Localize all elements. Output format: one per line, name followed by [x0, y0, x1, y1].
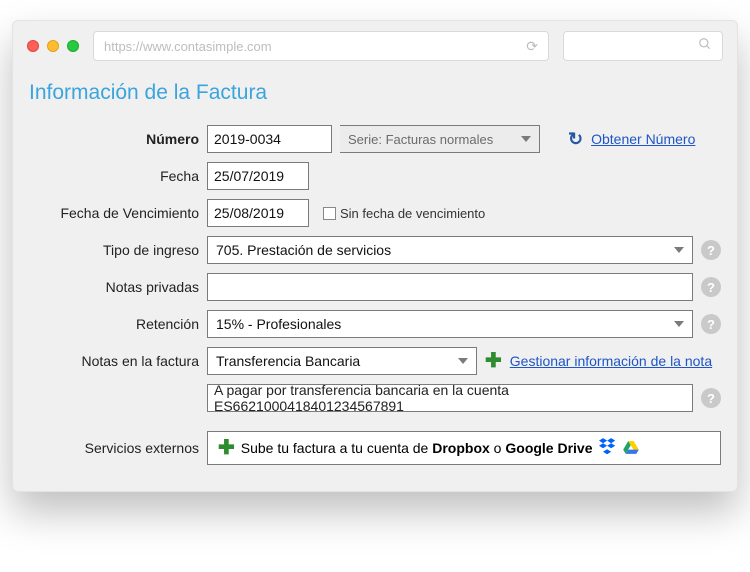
nota-texto-box[interactable]: A pagar por transferencia bancaria en la…: [207, 384, 693, 412]
vencimiento-input[interactable]: [207, 199, 309, 227]
row-fecha: Fecha: [29, 162, 721, 190]
retencion-select[interactable]: 15% - Profesionales: [207, 310, 693, 338]
label-notas-privadas: Notas privadas: [29, 279, 199, 295]
reload-icon[interactable]: ⟳: [526, 38, 538, 55]
address-bar[interactable]: https://www.contasimple.com ⟳: [93, 31, 549, 61]
plus-icon[interactable]: ✚: [485, 351, 502, 371]
sin-fecha-label: Sin fecha de vencimiento: [340, 206, 485, 221]
serie-value: Serie: Facturas normales: [348, 132, 493, 147]
app-window: https://www.contasimple.com ⟳ Informació…: [12, 20, 738, 492]
help-icon[interactable]: ?: [701, 240, 721, 260]
nota-select[interactable]: Transferencia Bancaria: [207, 347, 477, 375]
ext-dropbox-label: Dropbox: [432, 440, 490, 456]
notas-privadas-input[interactable]: [207, 273, 693, 301]
row-servicios-externos: Servicios externos ✚ Sube tu factura a t…: [29, 431, 721, 465]
row-retencion: Retención 15% - Profesionales ?: [29, 310, 721, 338]
address-url: https://www.contasimple.com: [104, 39, 526, 54]
help-icon[interactable]: ?: [701, 388, 721, 408]
minimize-icon[interactable]: [47, 40, 59, 52]
label-fecha: Fecha: [29, 168, 199, 184]
row-tipo-ingreso: Tipo de ingreso 705. Prestación de servi…: [29, 236, 721, 264]
retencion-value: 15% - Profesionales: [216, 316, 341, 332]
help-icon[interactable]: ?: [701, 277, 721, 297]
google-drive-icon: [623, 441, 639, 455]
refresh-number-icon[interactable]: ↻: [568, 129, 583, 150]
tipo-ingreso-select[interactable]: 705. Prestación de servicios: [207, 236, 693, 264]
row-nota-texto: A pagar por transferencia bancaria en la…: [29, 384, 721, 412]
titlebar: https://www.contasimple.com ⟳: [13, 21, 737, 71]
chevron-down-icon: [458, 358, 468, 364]
obtener-numero-link[interactable]: Obtener Número: [591, 131, 695, 147]
invoice-form: Número Serie: Facturas normales ↻ Obtene…: [29, 125, 721, 465]
dropbox-icon: [599, 438, 617, 459]
servicios-externos-box[interactable]: ✚ Sube tu factura a tu cuenta de Dropbox…: [207, 431, 721, 465]
ext-prefix: Sube tu factura a tu cuenta de: [241, 440, 432, 456]
page-title: Información de la Factura: [29, 81, 721, 105]
chevron-down-icon: [521, 136, 531, 142]
label-numero: Número: [29, 131, 199, 147]
tipo-ingreso-value: 705. Prestación de servicios: [216, 242, 391, 258]
content-area: Información de la Factura Número Serie: …: [13, 71, 737, 491]
serie-select[interactable]: Serie: Facturas normales: [340, 125, 540, 153]
browser-search[interactable]: [563, 31, 723, 61]
maximize-icon[interactable]: [67, 40, 79, 52]
label-retencion: Retención: [29, 316, 199, 332]
chevron-down-icon: [674, 247, 684, 253]
chevron-down-icon: [674, 321, 684, 327]
fecha-input[interactable]: [207, 162, 309, 190]
ext-or: o: [490, 440, 506, 456]
label-servicios-externos: Servicios externos: [29, 440, 199, 456]
help-icon[interactable]: ?: [701, 314, 721, 334]
search-icon: [698, 37, 712, 56]
row-vencimiento: Fecha de Vencimiento Sin fecha de vencim…: [29, 199, 721, 227]
row-notas-privadas: Notas privadas ?: [29, 273, 721, 301]
sin-fecha-wrap: Sin fecha de vencimiento: [323, 206, 485, 221]
row-numero: Número Serie: Facturas normales ↻ Obtene…: [29, 125, 721, 153]
close-icon[interactable]: [27, 40, 39, 52]
gestionar-nota-link[interactable]: Gestionar información de la nota: [510, 353, 712, 369]
ext-gdrive-label: Google Drive: [505, 440, 592, 456]
nota-texto-value: A pagar por transferencia bancaria en la…: [214, 382, 686, 414]
sin-fecha-checkbox[interactable]: [323, 207, 336, 220]
plus-icon: ✚: [218, 438, 235, 458]
label-vencimiento: Fecha de Vencimiento: [29, 205, 199, 221]
label-notas-factura: Notas en la factura: [29, 353, 199, 369]
numero-input[interactable]: [207, 125, 332, 153]
label-tipo-ingreso: Tipo de ingreso: [29, 242, 199, 258]
window-controls: [27, 40, 79, 52]
nota-select-value: Transferencia Bancaria: [216, 353, 360, 369]
ext-text: Sube tu factura a tu cuenta de Dropbox o…: [241, 440, 593, 456]
row-notas-factura: Notas en la factura Transferencia Bancar…: [29, 347, 721, 375]
